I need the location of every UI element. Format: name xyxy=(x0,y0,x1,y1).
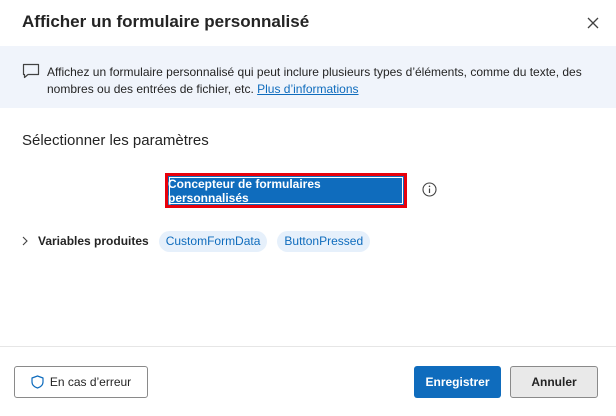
shield-icon xyxy=(31,375,44,389)
more-info-link[interactable]: Plus d’informations xyxy=(257,82,358,96)
cancel-button[interactable]: Annuler xyxy=(510,366,598,398)
info-banner: Affichez un formulaire personnalisé qui … xyxy=(0,46,616,108)
chevron-right-icon[interactable] xyxy=(22,236,32,246)
produced-variables-row: Variables produites CustomFormData Butto… xyxy=(22,230,380,252)
produced-variables-label[interactable]: Variables produites xyxy=(38,234,149,248)
footer-divider xyxy=(0,346,616,347)
dialog-title: Afficher un formulaire personnalisé xyxy=(22,12,310,31)
close-icon xyxy=(587,17,599,29)
save-button[interactable]: Enregistrer xyxy=(414,366,501,398)
dialog: Afficher un formulaire personnalisé Affi… xyxy=(0,0,616,416)
variable-chip-customformdata[interactable]: CustomFormData xyxy=(158,230,268,252)
custom-form-designer-button[interactable]: Concepteur de formulaires personnalisés xyxy=(165,173,407,208)
message-icon xyxy=(22,63,40,79)
info-icon[interactable] xyxy=(422,182,437,197)
section-title: Sélectionner les paramètres xyxy=(22,132,209,149)
variable-chip-buttonpressed[interactable]: ButtonPressed xyxy=(277,230,371,252)
on-error-label: En cas d’erreur xyxy=(49,375,132,389)
info-text: Affichez un formulaire personnalisé qui … xyxy=(47,64,592,98)
close-button[interactable] xyxy=(582,12,604,34)
on-error-button[interactable]: En cas d’erreur xyxy=(14,366,148,398)
